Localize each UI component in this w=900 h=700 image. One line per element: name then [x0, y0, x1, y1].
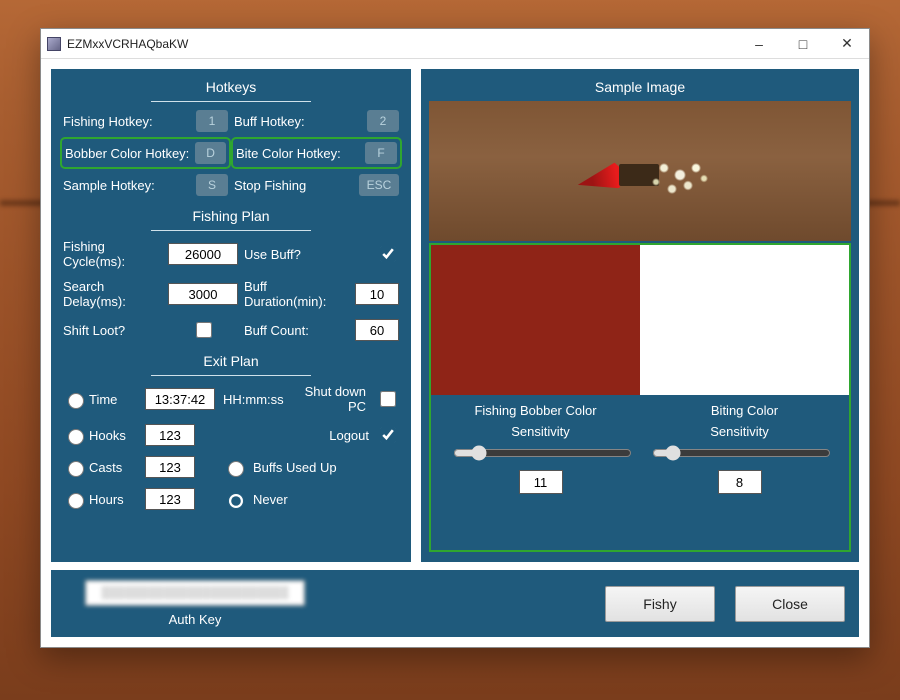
- buff-duration-input[interactable]: [355, 283, 399, 305]
- exit-plan-grid: Time HH:mm:ss Shut down PC Hooks Logout: [63, 384, 399, 510]
- color-swatches: [431, 245, 849, 395]
- shutdown-label: Shut down PC: [290, 384, 370, 414]
- exit-plan-divider: [151, 375, 311, 376]
- shift-loot-checkbox[interactable]: [196, 322, 212, 338]
- bobber-color-swatch[interactable]: [431, 245, 640, 395]
- sample-image-title: Sample Image: [429, 79, 851, 95]
- time-format-label: HH:mm:ss: [223, 392, 284, 407]
- casts-radio[interactable]: [68, 461, 84, 477]
- use-buff-label: Use Buff?: [244, 247, 343, 262]
- buff-count-input[interactable]: [355, 319, 399, 341]
- biting-sensitivity-label: Sensitivity: [650, 424, 829, 439]
- bite-color-hotkey-label: Bite Color Hotkey:: [236, 146, 341, 161]
- maximize-icon: □: [799, 36, 807, 52]
- close-app-button[interactable]: Close: [735, 586, 845, 622]
- hotkeys-grid: Fishing Hotkey: 1 Buff Hotkey: 2 Bobber …: [63, 110, 399, 196]
- never-radio[interactable]: [228, 493, 244, 509]
- bite-color-hotkey-row: Bite Color Hotkey: F: [234, 140, 399, 166]
- sample-hotkey-field[interactable]: S: [196, 174, 228, 196]
- time-input[interactable]: [145, 388, 215, 410]
- hooks-radio[interactable]: [68, 429, 84, 445]
- fishing-plan-divider: [151, 230, 311, 231]
- biting-sensitivity-input[interactable]: [718, 470, 762, 494]
- stop-fishing-hotkey-field[interactable]: ESC: [359, 174, 399, 196]
- titlebar-left: EZMxxVCRHAQbaKW: [47, 37, 188, 51]
- bottom-panel: ████████████████████████ Auth Key Fishy …: [51, 570, 859, 637]
- sensitivity-row: Sensitivity Sensitivity: [431, 424, 849, 494]
- window-title: EZMxxVCRHAQbaKW: [67, 37, 188, 51]
- bobber-sensitivity-slider[interactable]: [453, 445, 632, 461]
- fishing-plan-grid: Fishing Cycle(ms): Use Buff? Search Dela…: [63, 239, 399, 341]
- color-labels: Fishing Bobber Color Biting Color: [431, 403, 849, 418]
- biting-sensitivity-col: Sensitivity: [650, 424, 829, 494]
- buff-hotkey-field[interactable]: 2: [367, 110, 399, 132]
- bobber-color-label: Fishing Bobber Color: [431, 403, 640, 418]
- auth-key-label: Auth Key: [65, 612, 325, 627]
- sample-hotkey-label: Sample Hotkey:: [63, 178, 182, 193]
- casts-input[interactable]: [145, 456, 195, 478]
- bobber-sensitivity-col: Sensitivity: [451, 424, 630, 494]
- fishing-hotkey-field[interactable]: 1: [196, 110, 228, 132]
- stop-fishing-label: Stop Fishing: [234, 178, 353, 193]
- shift-loot-label: Shift Loot?: [63, 323, 162, 338]
- logout-checkbox[interactable]: [380, 427, 396, 443]
- panels-row: Hotkeys Fishing Hotkey: 1 Buff Hotkey: 2…: [51, 69, 859, 562]
- minimize-icon: –: [755, 36, 763, 52]
- fishing-plan-title: Fishing Plan: [63, 208, 399, 224]
- fishing-cycle-input[interactable]: [168, 243, 238, 265]
- fishing-cycle-label: Fishing Cycle(ms):: [63, 239, 162, 269]
- logout-label: Logout: [223, 428, 373, 443]
- buff-hotkey-label: Buff Hotkey:: [234, 114, 353, 129]
- bobber-color-hotkey-label: Bobber Color Hotkey:: [65, 146, 189, 161]
- biting-color-label: Biting Color: [640, 403, 849, 418]
- titlebar[interactable]: EZMxxVCRHAQbaKW – □ ✕: [41, 29, 869, 59]
- shutdown-checkbox[interactable]: [380, 391, 396, 407]
- buff-duration-label: Buff Duration(min):: [244, 279, 343, 309]
- fishing-hotkey-label: Fishing Hotkey:: [63, 114, 182, 129]
- app-icon: [47, 37, 61, 51]
- hooks-input[interactable]: [145, 424, 195, 446]
- time-radio[interactable]: [68, 393, 84, 409]
- minimize-button[interactable]: –: [737, 30, 781, 58]
- buff-count-label: Buff Count:: [244, 323, 343, 338]
- search-delay-label: Search Delay(ms):: [63, 279, 162, 309]
- bobber-sensitivity-label: Sensitivity: [451, 424, 630, 439]
- auth-column: ████████████████████████ Auth Key: [65, 580, 325, 627]
- sparkle-graphic: [640, 140, 720, 210]
- window-controls: – □ ✕: [737, 30, 869, 58]
- bite-color-hotkey-field[interactable]: F: [365, 142, 397, 164]
- never-label: Never: [253, 492, 288, 507]
- hotkeys-title: Hotkeys: [63, 79, 399, 95]
- bobber-sensitivity-input[interactable]: [519, 470, 563, 494]
- window-body: Hotkeys Fishing Hotkey: 1 Buff Hotkey: 2…: [41, 59, 869, 647]
- color-zone: Fishing Bobber Color Biting Color Sensit…: [429, 243, 851, 552]
- bobber-color-hotkey-field[interactable]: D: [195, 142, 226, 164]
- fishy-button[interactable]: Fishy: [605, 586, 715, 622]
- sample-image-preview: [429, 101, 851, 241]
- casts-label: Casts: [89, 460, 137, 475]
- auth-key-input[interactable]: ████████████████████████: [85, 580, 305, 606]
- buffs-used-label: Buffs Used Up: [253, 460, 337, 475]
- app-window: EZMxxVCRHAQbaKW – □ ✕ Hotkeys Fishing Ho…: [40, 28, 870, 648]
- biting-color-swatch[interactable]: [640, 245, 849, 395]
- time-label: Time: [89, 392, 137, 407]
- search-delay-input[interactable]: [168, 283, 238, 305]
- buffs-used-radio[interactable]: [228, 461, 244, 477]
- use-buff-checkbox[interactable]: [380, 246, 396, 262]
- hours-radio[interactable]: [68, 493, 84, 509]
- bobber-color-hotkey-row: Bobber Color Hotkey: D: [63, 140, 228, 166]
- close-icon: ✕: [841, 35, 853, 52]
- exit-plan-title: Exit Plan: [63, 353, 399, 369]
- hours-input[interactable]: [145, 488, 195, 510]
- hooks-label: Hooks: [89, 428, 137, 443]
- settings-panel: Hotkeys Fishing Hotkey: 1 Buff Hotkey: 2…: [51, 69, 411, 562]
- biting-sensitivity-slider[interactable]: [652, 445, 831, 461]
- maximize-button[interactable]: □: [781, 30, 825, 58]
- sample-panel: Sample Image Fishing Bobber Color Biting…: [421, 69, 859, 562]
- hotkeys-divider: [151, 101, 311, 102]
- close-button[interactable]: ✕: [825, 30, 869, 58]
- hours-label: Hours: [89, 492, 137, 507]
- auth-key-value: ████████████████████████: [101, 587, 288, 599]
